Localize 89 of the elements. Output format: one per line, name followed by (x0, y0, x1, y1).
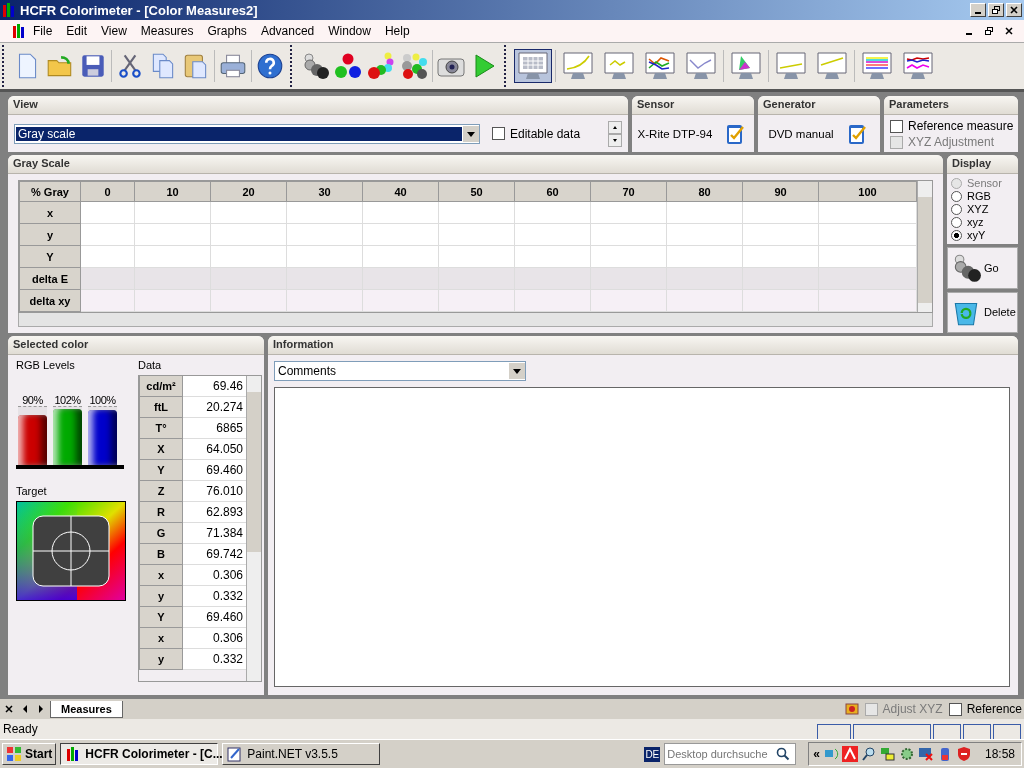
row-header: G (139, 523, 183, 544)
row-header: delta xy (19, 289, 81, 312)
column-header: 70 (590, 181, 667, 202)
table-cell: 71.384 (183, 523, 246, 544)
display-radio[interactable]: xyY (951, 229, 1014, 241)
panel-title: Gray Scale (8, 155, 943, 174)
menu-item[interactable]: View (94, 24, 134, 38)
menu-item[interactable]: Help (377, 24, 417, 38)
row-header: cd/m² (139, 376, 183, 397)
menu-item[interactable]: Window (321, 24, 378, 38)
table-cell: 0.306 (183, 628, 246, 649)
panel-title: Parameters (884, 96, 1018, 115)
row-header: Z (139, 481, 183, 502)
row-header: B (139, 544, 183, 565)
taskbar-button[interactable]: Paint.NET v3.5.5 (222, 743, 381, 765)
table-cell: 6865 (183, 418, 246, 439)
display-radio[interactable]: XYZ (951, 203, 1014, 215)
delete-button[interactable]: Delete (947, 291, 1018, 333)
row-header: ftL (139, 397, 183, 418)
row-header: Y (139, 460, 183, 481)
table-cell: 69.460 (183, 460, 246, 481)
row-header: x (139, 565, 183, 586)
table-cell: 0.332 (183, 586, 246, 607)
parameter-checkbox[interactable]: Reference measure (890, 119, 1012, 133)
table-cell: 20.274 (183, 397, 246, 418)
column-header: 100 (818, 181, 917, 202)
display-radio[interactable]: xyz (951, 216, 1014, 228)
table-cell: 69.460 (183, 607, 246, 628)
sensor-name: X-Rite DTP-94 (637, 127, 713, 140)
section-label: RGB Levels (16, 359, 76, 371)
sheet-tab[interactable]: Measures (50, 700, 123, 718)
column-header: 40 (362, 181, 439, 202)
go-button[interactable]: Go (947, 247, 1018, 289)
column-header: 50 (438, 181, 515, 202)
panel-title: Information (268, 336, 1018, 355)
row-header: T° (139, 418, 183, 439)
menu-item[interactable]: Measures (133, 24, 201, 38)
table-cell: 0.332 (183, 649, 246, 670)
window-title: HCFR Colorimeter - [Color Measures2] (20, 2, 259, 18)
column-header: 80 (666, 181, 743, 202)
view-dropdown[interactable]: Gray scale (14, 123, 480, 144)
row-header: y (19, 223, 81, 246)
column-header: 10 (134, 181, 211, 202)
row-header: X (139, 439, 183, 460)
status-text: Ready (3, 722, 38, 736)
generator-name: DVD manual (768, 127, 834, 140)
desktop-search-field[interactable]: Desktop durchsuche (664, 743, 797, 765)
information-dropdown[interactable]: Comments (274, 361, 526, 381)
panel-title: Selected color (8, 336, 264, 355)
menu-item[interactable]: Advanced (253, 24, 322, 38)
row-header: delta E (19, 267, 81, 290)
level-reading: 100% (89, 394, 116, 406)
clock: 18:58 (984, 747, 1015, 761)
table-cell: 62.893 (183, 502, 246, 523)
column-header: 30 (286, 181, 363, 202)
table-cell: 76.010 (183, 481, 246, 502)
start-button[interactable]: Start (2, 743, 57, 765)
panel-title: Display (947, 155, 1018, 174)
section-label: Data (138, 359, 163, 371)
row-header: y (139, 649, 183, 670)
column-header: % Gray (19, 181, 81, 202)
menu-item[interactable]: Graphs (200, 24, 254, 38)
footer-checkbox[interactable]: Reference (948, 702, 1022, 716)
table-cell: 69.46 (183, 376, 246, 397)
language-indicator[interactable]: DE (644, 746, 661, 762)
column-header: 0 (80, 181, 135, 202)
row-header: y (139, 586, 183, 607)
menu-item[interactable]: File (26, 24, 60, 38)
panel-title: Sensor (632, 96, 754, 115)
table-cell: 0.306 (183, 565, 246, 586)
menu-item[interactable]: Edit (59, 24, 95, 38)
row-header: Y (19, 245, 81, 268)
row-header: x (139, 628, 183, 649)
row-header: Y (139, 607, 183, 628)
row-header: R (139, 502, 183, 523)
row-header: x (19, 201, 81, 224)
level-reading: 102% (54, 394, 81, 406)
editable-data-checkbox[interactable]: Editable data (492, 126, 581, 141)
column-header: 90 (742, 181, 819, 202)
display-radio[interactable]: RGB (951, 190, 1014, 202)
column-header: 20 (210, 181, 287, 202)
table-cell: 64.050 (183, 439, 246, 460)
panel-title: View (8, 96, 628, 115)
column-header: 60 (514, 181, 591, 202)
panel-title: Generator (758, 96, 880, 115)
level-reading: 90% (22, 394, 43, 406)
tray-expand-button[interactable]: « (813, 747, 820, 761)
table-cell: 69.742 (183, 544, 246, 565)
section-label: Target (16, 485, 48, 497)
